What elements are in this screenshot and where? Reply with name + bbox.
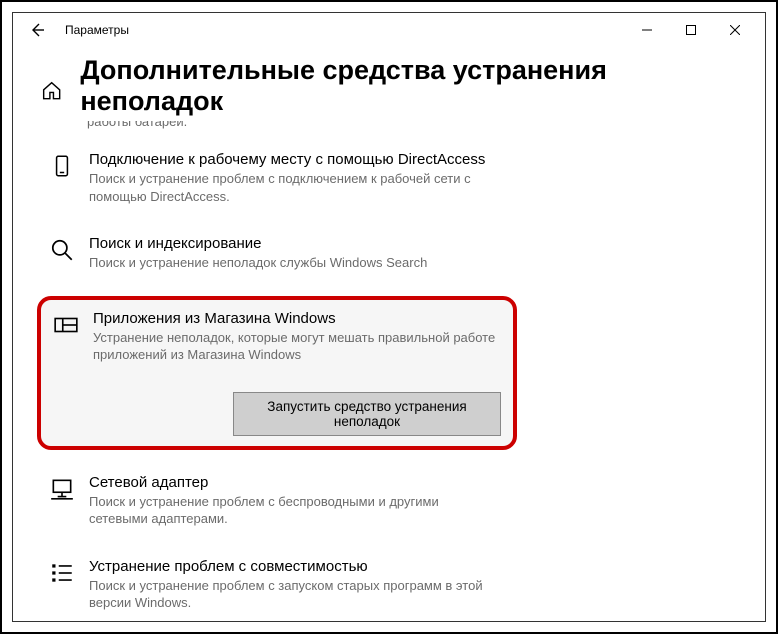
content-area: работы батареи. Подключение к рабочему м…: [13, 121, 765, 622]
troubleshooter-title: Устранение проблем с совместимостью: [89, 558, 729, 575]
run-troubleshooter-button[interactable]: Запустить средство устранения неполадок: [233, 392, 501, 436]
troubleshooter-list: Подключение к рабочему месту с помощью D…: [41, 145, 737, 618]
arrow-left-icon: [29, 22, 45, 38]
back-button[interactable]: [21, 14, 53, 46]
highlighted-selection: Приложения из Магазина Windows Устранени…: [37, 296, 517, 450]
close-icon: [730, 25, 740, 35]
troubleshooter-title: Подключение к рабочему месту с помощью D…: [89, 151, 729, 168]
maximize-button[interactable]: [669, 15, 713, 45]
close-button[interactable]: [713, 15, 757, 45]
maximize-icon: [686, 25, 696, 35]
troubleshooter-network-adapter[interactable]: Сетевой адаптер Поиск и устранение пробл…: [41, 468, 737, 534]
clipped-previous-item-desc: работы батареи.: [87, 121, 737, 129]
troubleshooter-desc: Поиск и устранение проблем с подключение…: [89, 170, 499, 205]
compatibility-icon: [49, 560, 75, 586]
titlebar: Параметры: [13, 13, 765, 47]
page-title: Дополнительные средства устранения непол…: [80, 55, 737, 117]
settings-window: Параметры Дополнительные средства устран…: [12, 12, 766, 622]
troubleshooter-title: Поиск и индексирование: [89, 235, 729, 252]
troubleshooter-title: Сетевой адаптер: [89, 474, 729, 491]
troubleshooter-directaccess[interactable]: Подключение к рабочему месту с помощью D…: [41, 145, 737, 211]
page-header: Дополнительные средства устранения непол…: [13, 47, 765, 121]
troubleshooter-windows-store-apps[interactable]: Приложения из Магазина Windows Устранени…: [49, 310, 505, 436]
minimize-button[interactable]: [625, 15, 669, 45]
troubleshooter-desc: Поиск и устранение проблем с беспроводны…: [89, 493, 499, 528]
troubleshooter-desc: Поиск и устранение проблем с запуском ст…: [89, 577, 499, 612]
search-icon: [49, 237, 75, 263]
device-icon: [49, 153, 75, 179]
minimize-icon: [642, 25, 652, 35]
troubleshooter-desc: Поиск и устранение неполадок службы Wind…: [89, 254, 499, 272]
window-title: Параметры: [65, 23, 129, 37]
troubleshooter-desc: Устранение неполадок, которые могут меша…: [93, 329, 501, 364]
troubleshooter-search[interactable]: Поиск и индексирование Поиск и устранени…: [41, 229, 737, 278]
troubleshooter-compatibility[interactable]: Устранение проблем с совместимостью Поис…: [41, 552, 737, 618]
store-apps-icon: [53, 312, 79, 338]
troubleshooter-title: Приложения из Магазина Windows: [93, 310, 501, 327]
home-icon[interactable]: [41, 80, 62, 102]
network-adapter-icon: [49, 476, 75, 502]
